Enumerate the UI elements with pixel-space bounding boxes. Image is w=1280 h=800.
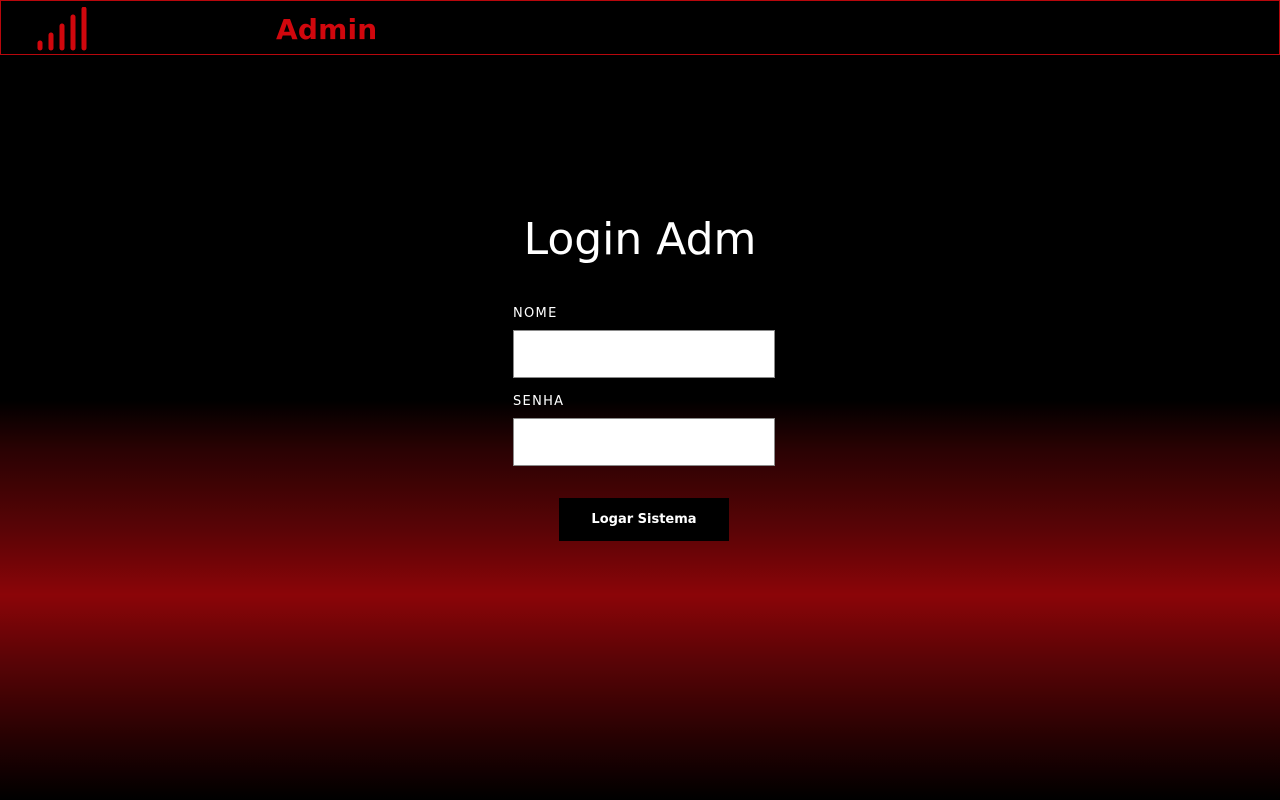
login-button[interactable]: Logar Sistema xyxy=(559,498,729,541)
senha-label: SENHA xyxy=(513,394,565,409)
page-title: Login Adm xyxy=(523,214,757,265)
nome-input[interactable] xyxy=(513,330,775,378)
signal-bars-icon[interactable] xyxy=(37,6,89,51)
senha-input[interactable] xyxy=(513,418,775,466)
brand-title[interactable]: Admin xyxy=(276,12,377,48)
top-navbar: Admin xyxy=(0,0,1280,55)
nome-label: NOME xyxy=(513,306,558,321)
